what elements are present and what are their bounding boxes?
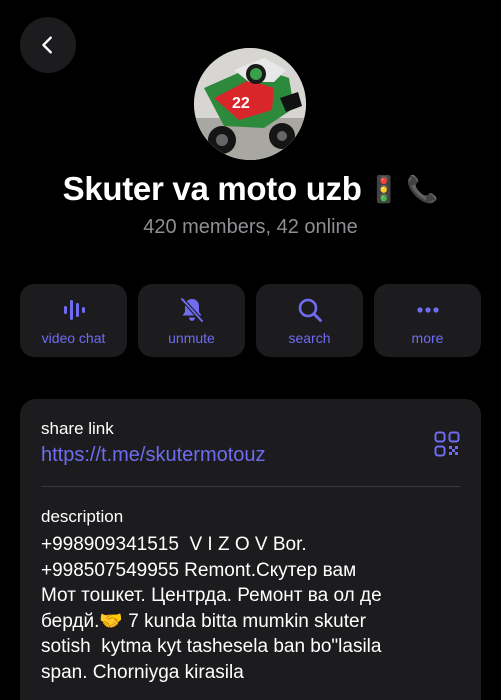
group-title-row: Skuter va moto uzb 🚦 📞 [0,170,501,208]
share-link-label: share link [41,419,114,438]
member-count: 420 members, 42 online [143,216,358,238]
group-info-screen: 22 Skuter va moto uzb 🚦 📞 420 members, 4… [0,0,501,700]
unmute-label: unmute [168,329,215,346]
group-avatar[interactable]: 22 [194,48,306,160]
traffic-light-emoji: 🚦 [367,173,400,204]
more-button[interactable]: more [374,284,481,357]
description-text: +998909341515 V I Z O V Bor. +9985075499… [41,534,382,683]
bell-slash-icon [179,296,204,323]
video-chat-label: video chat [41,329,106,346]
svg-text:22: 22 [232,95,250,112]
search-button[interactable]: search [256,284,363,357]
back-button[interactable] [20,17,76,73]
description-label: description [41,507,124,526]
action-buttons: video chat unmute search more [20,284,481,357]
motorcycle-photo: 22 [194,48,306,160]
chevron-left-icon [42,36,52,54]
share-link-url[interactable]: https://t.me/skutermotouz [41,444,266,467]
more-icon [416,306,439,313]
telephone-emoji: 📞 [405,173,439,204]
info-card: share link https://t.me/skutermotouz des… [20,399,481,700]
group-name: Skuter va moto uzb [62,170,362,207]
unmute-button[interactable]: unmute [138,284,245,357]
search-label: search [288,329,331,346]
video-chat-button[interactable]: video chat [20,284,127,357]
divider [41,486,460,487]
video-chat-icon [63,299,85,320]
more-label: more [411,329,444,346]
qr-code-icon[interactable] [434,431,460,457]
search-icon [298,298,322,322]
